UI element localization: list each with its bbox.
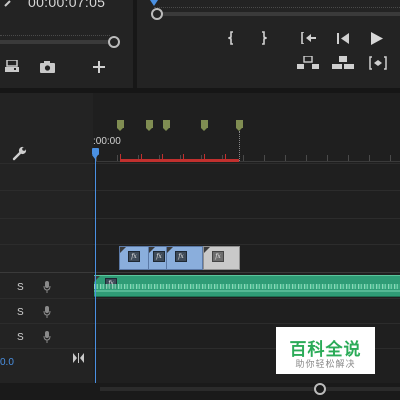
clip-corner	[120, 247, 126, 253]
trim-icon[interactable]	[369, 56, 387, 70]
marker-1[interactable]	[117, 120, 124, 131]
marker-2[interactable]	[146, 120, 153, 131]
program-scrub-handle[interactable]	[151, 8, 163, 20]
watermark-subtitle: 助你轻松解决	[295, 359, 356, 369]
fx-badge-icon: fx	[212, 251, 224, 262]
watermark: 百科全说 助你轻松解决	[276, 327, 375, 374]
solo-button[interactable]: S	[17, 307, 24, 318]
playhead-line[interactable]	[95, 152, 96, 383]
step-back-icon[interactable]	[337, 33, 350, 44]
source-monitor-panel: 00:00:07:05	[0, 0, 133, 88]
video-clip-disabled[interactable]: fx	[203, 246, 240, 270]
track-divider	[0, 163, 400, 164]
timeline-scrollbar-track[interactable]	[100, 387, 400, 391]
track-volume-value[interactable]: 0.0	[0, 357, 14, 368]
marker-5[interactable]	[236, 120, 243, 131]
go-to-in-icon[interactable]	[301, 32, 317, 44]
work-area-ticks	[120, 154, 239, 159]
solo-button[interactable]: S	[17, 282, 24, 293]
clip-corner	[204, 247, 210, 253]
track-divider	[0, 323, 400, 324]
fx-badge-icon: fx	[128, 251, 140, 262]
export-frame-icon[interactable]	[4, 60, 20, 73]
timeline-scrollbar-handle[interactable]	[314, 383, 326, 395]
program-ruler	[154, 4, 400, 8]
video-clip[interactable]: fx	[166, 246, 203, 270]
microphone-icon[interactable]	[43, 280, 51, 298]
audio-waveform	[94, 284, 400, 289]
play-icon[interactable]	[371, 32, 383, 45]
marker-guide-line	[239, 131, 240, 161]
ruler-timecode: :00:00	[93, 136, 121, 147]
go-to-edit-icon[interactable]	[73, 353, 84, 363]
track-divider	[0, 190, 400, 191]
fx-badge-icon: fx	[153, 251, 165, 262]
wrench-icon[interactable]	[12, 145, 28, 161]
playhead-handle-tip	[92, 155, 98, 159]
track-divider	[0, 272, 400, 273]
mark-in-icon[interactable]	[228, 31, 236, 45]
mark-out-icon[interactable]	[259, 31, 267, 45]
clip-corner	[167, 247, 173, 253]
add-icon[interactable]	[93, 61, 105, 73]
source-scrub-bar[interactable]	[0, 40, 110, 44]
microphone-icon[interactable]	[43, 305, 51, 323]
track-divider	[0, 298, 400, 299]
extract-icon[interactable]	[332, 56, 354, 70]
fx-badge-icon: fx	[175, 251, 187, 262]
microphone-icon[interactable]	[43, 330, 51, 348]
audio-clip[interactable]: fx	[94, 275, 400, 297]
solo-button[interactable]: S	[17, 332, 24, 343]
source-ticks	[0, 32, 110, 36]
lift-icon[interactable]	[297, 56, 319, 70]
timecode-display[interactable]: 00:00:07:05	[28, 0, 105, 10]
timeline-bottom-bar	[0, 383, 400, 400]
program-scrub-bar[interactable]	[157, 12, 400, 16]
camera-icon[interactable]	[40, 61, 55, 73]
magnify-icon[interactable]	[3, 0, 15, 8]
marker-4[interactable]	[201, 120, 208, 131]
marker-3[interactable]	[163, 120, 170, 131]
video-clip[interactable]: fx	[119, 246, 149, 270]
video-clip[interactable]: fx	[148, 246, 167, 270]
track-divider	[0, 244, 400, 245]
program-monitor-panel	[137, 0, 400, 88]
audio-waveform-lower	[94, 290, 400, 292]
playhead-handle[interactable]	[92, 148, 99, 155]
source-scrub-handle[interactable]	[108, 36, 120, 48]
track-divider	[0, 218, 400, 219]
work-area-bar[interactable]	[120, 159, 239, 162]
